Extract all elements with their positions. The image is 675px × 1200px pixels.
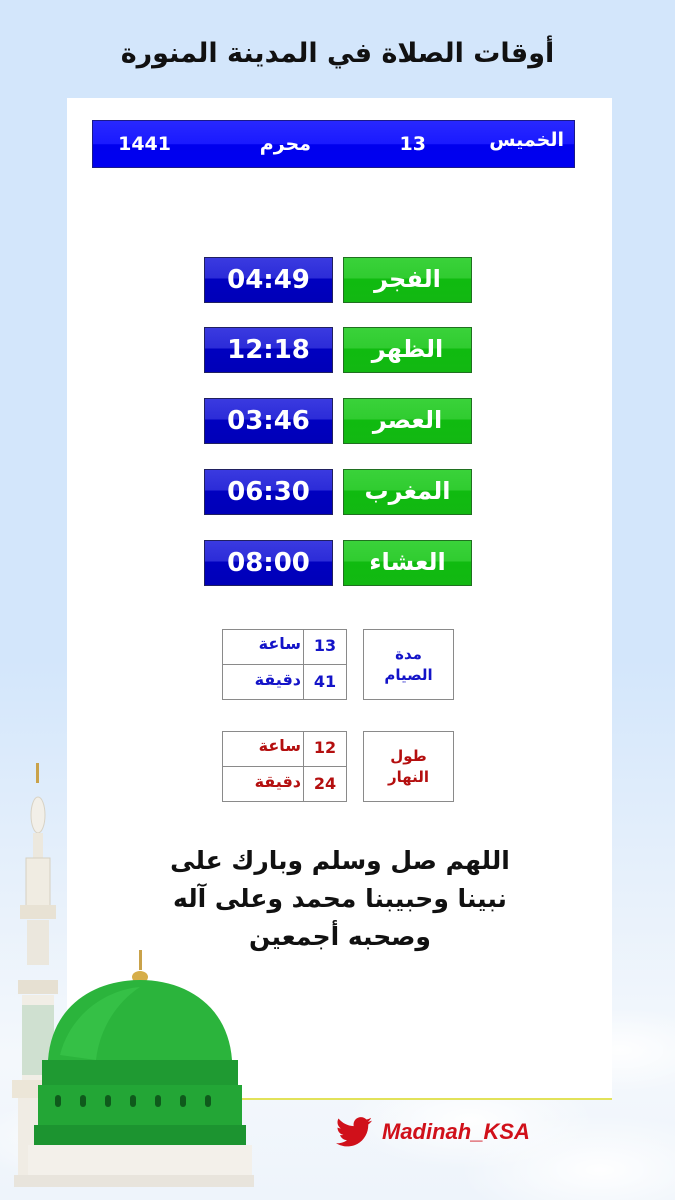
day-length-label: طول النهار — [363, 731, 454, 802]
day-length-minutes-value: 24 — [313, 774, 337, 793]
prayer-row-maghrib: 06:30 المغرب — [204, 469, 472, 515]
prayer-row-dhuhr: 12:18 الظهر — [204, 327, 472, 373]
prayer-time: 03:46 — [204, 398, 333, 444]
fasting-hours-unit: ساعة — [258, 634, 301, 653]
prayer-name: الظهر — [343, 327, 472, 373]
prayer-name: العشاء — [343, 540, 472, 586]
date-month: محرم — [259, 133, 311, 155]
fasting-minutes-value: 41 — [313, 672, 337, 691]
prayer-row-isha: 08:00 العشاء — [204, 540, 472, 586]
twitter-handle[interactable]: Madinah_KSA — [382, 1119, 530, 1145]
hijri-date-bar: الخميس 13 محرم 1441 — [92, 120, 575, 168]
prayer-name: العصر — [343, 398, 472, 444]
table-divider — [223, 664, 346, 665]
prayer-row-fajr: 04:49 الفجر — [204, 257, 472, 303]
prayer-name: الفجر — [343, 257, 472, 303]
day-length-label-line1: طول — [390, 746, 427, 765]
prayer-time: 12:18 — [204, 327, 333, 373]
fasting-label-line2: الصيام — [384, 665, 433, 684]
day-length-hours-value: 12 — [313, 738, 337, 757]
prayer-time: 04:49 — [204, 257, 333, 303]
twitter-bird-icon — [336, 1117, 372, 1147]
fasting-duration-table: 13 ساعة 41 دقيقة — [222, 629, 347, 700]
green-dome-mosque-illustration — [12, 763, 254, 1187]
twitter-footer[interactable]: Madinah_KSA — [336, 1114, 530, 1150]
fasting-duration-label: مدة الصيام — [363, 629, 454, 700]
date-year: 1441 — [118, 133, 171, 155]
card-divider-line — [230, 1098, 612, 1100]
page-title: أوقات الصلاة في المدينة المنورة — [120, 38, 555, 69]
prayer-time: 06:30 — [204, 469, 333, 515]
date-day-name: الخميس — [489, 129, 564, 151]
prayer-time: 08:00 — [204, 540, 333, 586]
fasting-minutes-unit: دقيقة — [254, 670, 301, 689]
fasting-label-line1: مدة — [395, 644, 422, 663]
day-length-hours-unit: ساعة — [258, 736, 301, 755]
date-day-number: 13 — [399, 133, 426, 155]
day-length-label-line2: النهار — [387, 767, 430, 786]
prayer-row-asr: 03:46 العصر — [204, 398, 472, 444]
fasting-hours-value: 13 — [313, 636, 337, 655]
prayer-name: المغرب — [343, 469, 472, 515]
